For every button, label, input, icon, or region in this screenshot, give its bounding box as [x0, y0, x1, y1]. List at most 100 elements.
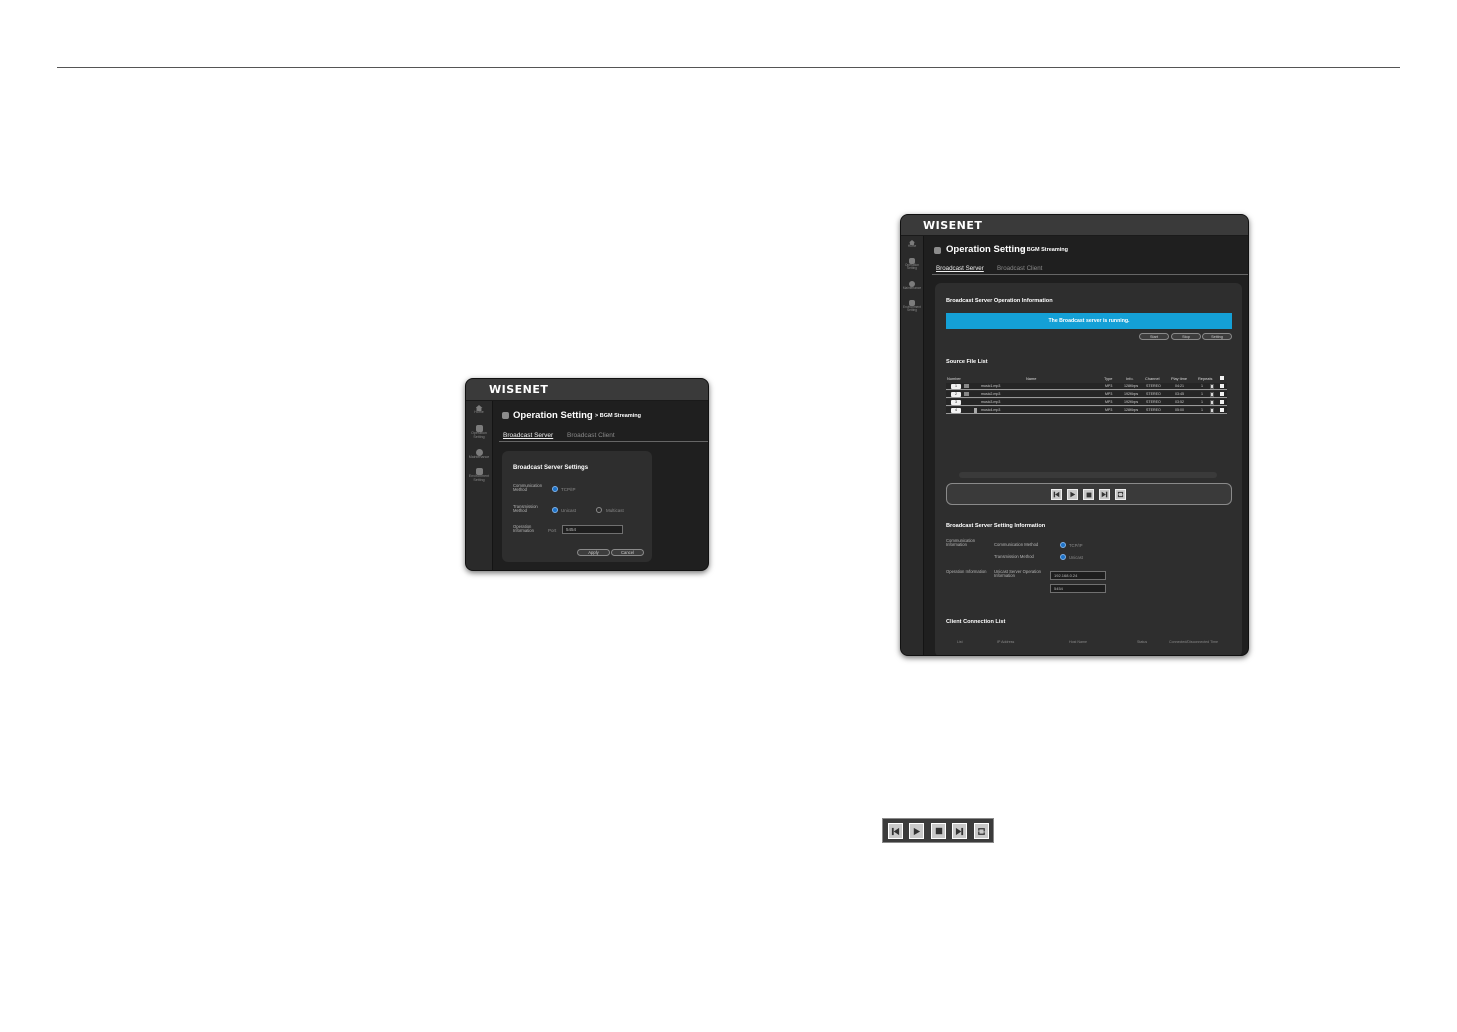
file-repeats[interactable]: 1: [1201, 384, 1203, 388]
tcp-ip-radio[interactable]: [552, 486, 558, 492]
multicast-radio[interactable]: [596, 507, 602, 513]
repeats-stepper[interactable]: [1210, 392, 1214, 397]
repeats-stepper[interactable]: [1210, 408, 1214, 413]
select-all-checkbox[interactable]: [1220, 376, 1224, 380]
table-row[interactable]: 1 music1.mp3 MP3 128Kbps STEREO 04:21 1: [946, 383, 1227, 390]
player-controls: [946, 483, 1232, 505]
table-scrollbar[interactable]: [959, 472, 1217, 478]
file-type: MP3: [1105, 384, 1113, 388]
file-repeats[interactable]: 1: [1201, 392, 1203, 396]
repeat-button[interactable]: [1115, 489, 1126, 500]
setting-button[interactable]: Setting: [1202, 333, 1232, 340]
file-name: music1.mp3: [981, 384, 1001, 388]
stop-icon: [1086, 492, 1091, 497]
client-col-time: Connected/Disconnected Time: [1169, 640, 1218, 644]
page-subtitle: > BGM Streaming: [1022, 247, 1068, 253]
row-checkbox[interactable]: [1220, 400, 1224, 404]
file-icon: [964, 392, 969, 396]
sidebar-item-environment-setting[interactable]: Environment Setting: [901, 300, 923, 313]
tab-broadcast-client[interactable]: Broadcast Client: [567, 432, 615, 439]
unicast-radio[interactable]: [552, 507, 558, 513]
sidebar-item-maintenance[interactable]: Maintenance: [466, 449, 492, 460]
col-channel: Channel: [1145, 376, 1160, 381]
play-button[interactable]: [909, 823, 924, 839]
tab-broadcast-server[interactable]: Broadcast Server: [503, 432, 553, 439]
operation-info-title: Broadcast Server Operation Information: [946, 298, 1053, 304]
file-repeats[interactable]: 1: [1201, 400, 1203, 404]
sidebar-item-home[interactable]: Home: [466, 405, 492, 415]
skip-back-button[interactable]: [1051, 489, 1062, 500]
file-play-time: 05:00: [1175, 408, 1184, 412]
sidebar-item-environment-setting[interactable]: Environment Setting: [466, 468, 492, 483]
file-repeats[interactable]: 1: [1201, 408, 1203, 412]
table-row[interactable]: 2 music2.mp3 MP3 192Kbps STEREO 03:45 1: [946, 391, 1227, 398]
operation-information-label: Operation Information: [946, 569, 987, 574]
skip-forward-button[interactable]: [952, 823, 967, 839]
skip-forward-button[interactable]: [1099, 489, 1110, 500]
page-subtitle: > BGM Streaming: [595, 413, 641, 419]
communication-method-label: Communication Method: [994, 542, 1039, 547]
server-port-field[interactable]: 5454: [1050, 584, 1106, 593]
apply-button[interactable]: Apply: [577, 549, 610, 556]
repeats-stepper[interactable]: [1210, 384, 1214, 389]
row-checkbox[interactable]: [1220, 384, 1224, 388]
repeat-icon: [1117, 491, 1124, 498]
sidebar-item-operation-setting[interactable]: Operation Setting: [901, 258, 923, 271]
file-play-time: 03:52: [1175, 400, 1184, 404]
tab-broadcast-client[interactable]: Broadcast Client: [997, 265, 1042, 272]
sidebar-item-operation-setting[interactable]: Operation Setting: [466, 425, 492, 440]
row-checkbox[interactable]: [1220, 392, 1224, 396]
file-channel: STEREO: [1146, 400, 1161, 404]
table-row[interactable]: 3 music3.mp3 MP3 192Kbps STEREO 03:52 1: [946, 399, 1227, 406]
sidebar-item-maintenance[interactable]: Maintenance: [901, 281, 923, 290]
skip-back-icon: [891, 827, 900, 835]
repeats-stepper[interactable]: [1210, 400, 1214, 405]
col-info: Info.: [1126, 376, 1134, 381]
transmission-method-label: Transmission Method: [994, 554, 1034, 559]
tab-broadcast-server[interactable]: Broadcast Server: [936, 265, 984, 272]
skip-back-button[interactable]: [888, 823, 903, 839]
repeat-button[interactable]: [974, 823, 989, 839]
header-rule: [57, 67, 1400, 68]
file-play-time: 03:45: [1175, 392, 1184, 396]
skip-back-icon: [1053, 491, 1060, 498]
play-icon: [913, 827, 921, 835]
stop-button[interactable]: [1083, 489, 1094, 500]
communication-method-label: Communication Method: [513, 483, 543, 493]
stop-button[interactable]: [931, 823, 946, 839]
file-channel: STEREO: [1146, 384, 1161, 388]
row-checkbox[interactable]: [1220, 408, 1224, 412]
port-input[interactable]: 5454: [562, 525, 623, 534]
client-col-status: Status: [1137, 640, 1148, 644]
file-play-time: 04:21: [1175, 384, 1184, 388]
start-button[interactable]: Start: [1139, 333, 1169, 340]
repeat-icon: [978, 827, 985, 835]
skip-forward-icon: [955, 827, 964, 835]
file-info: 128Kbps: [1124, 408, 1139, 412]
tcp-ip-radio[interactable]: [1060, 542, 1066, 548]
server-ip-field[interactable]: 192.168.0.24: [1050, 571, 1106, 580]
wisenet-logo: WISENET: [923, 219, 983, 232]
page-title: Operation Setting: [513, 410, 593, 421]
unicast-label: Unicast: [561, 508, 577, 513]
cancel-button[interactable]: Cancel: [611, 549, 644, 556]
tabs-divider: [499, 441, 708, 442]
col-type: Type: [1104, 376, 1113, 381]
player-control-bar-closeup: [882, 818, 994, 843]
row-number: 1: [951, 384, 961, 389]
unicast-radio[interactable]: [1060, 554, 1066, 560]
sidebar: Home Operation Setting Maintenance Envir…: [901, 236, 924, 655]
status-message: The Broadcast server is running.: [946, 313, 1232, 329]
file-info: 192Kbps: [1124, 392, 1139, 396]
file-channel: STEREO: [1146, 408, 1161, 412]
wisenet-logo: WISENET: [489, 383, 549, 396]
file-channel: STEREO: [1146, 392, 1161, 396]
row-number: 4: [951, 408, 961, 413]
table-row[interactable]: 4 music4.mp3 MP3 128Kbps STEREO 05:00 1: [946, 407, 1227, 414]
stop-button[interactable]: Stop: [1171, 333, 1201, 340]
sidebar-item-home[interactable]: Home: [901, 240, 923, 248]
file-info: 128Kbps: [1124, 384, 1139, 388]
play-button[interactable]: [1067, 489, 1078, 500]
file-name: music3.mp3: [981, 400, 1001, 404]
manual-page: WISENET Home Operation Setting Maintenan…: [0, 0, 1457, 1032]
